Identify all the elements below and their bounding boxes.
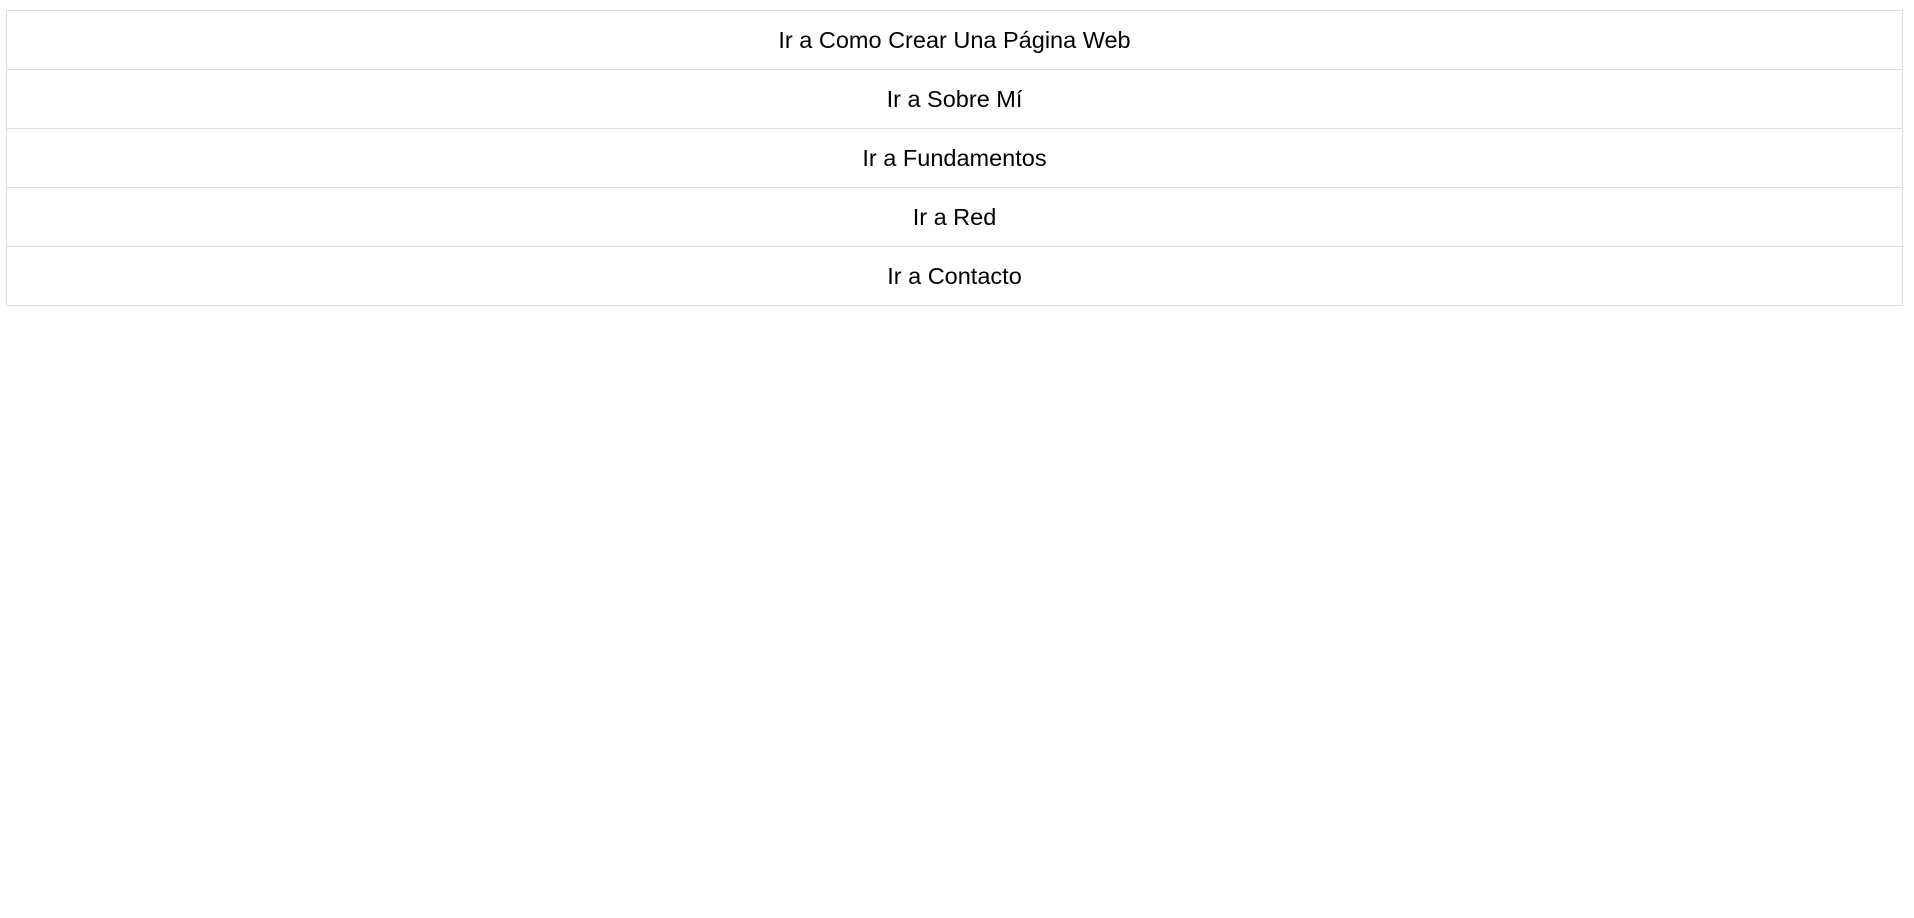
navigation-list: Ir a Como Crear Una Página Web Ir a Sobr… [6,10,1903,306]
nav-link-sobre-mi[interactable]: Ir a Sobre Mí [7,70,1902,129]
nav-link-como-crear-una-pagina-web[interactable]: Ir a Como Crear Una Página Web [7,11,1902,70]
nav-link-contacto[interactable]: Ir a Contacto [7,247,1902,306]
nav-link-fundamentos[interactable]: Ir a Fundamentos [7,129,1902,188]
nav-link-red[interactable]: Ir a Red [7,188,1902,247]
